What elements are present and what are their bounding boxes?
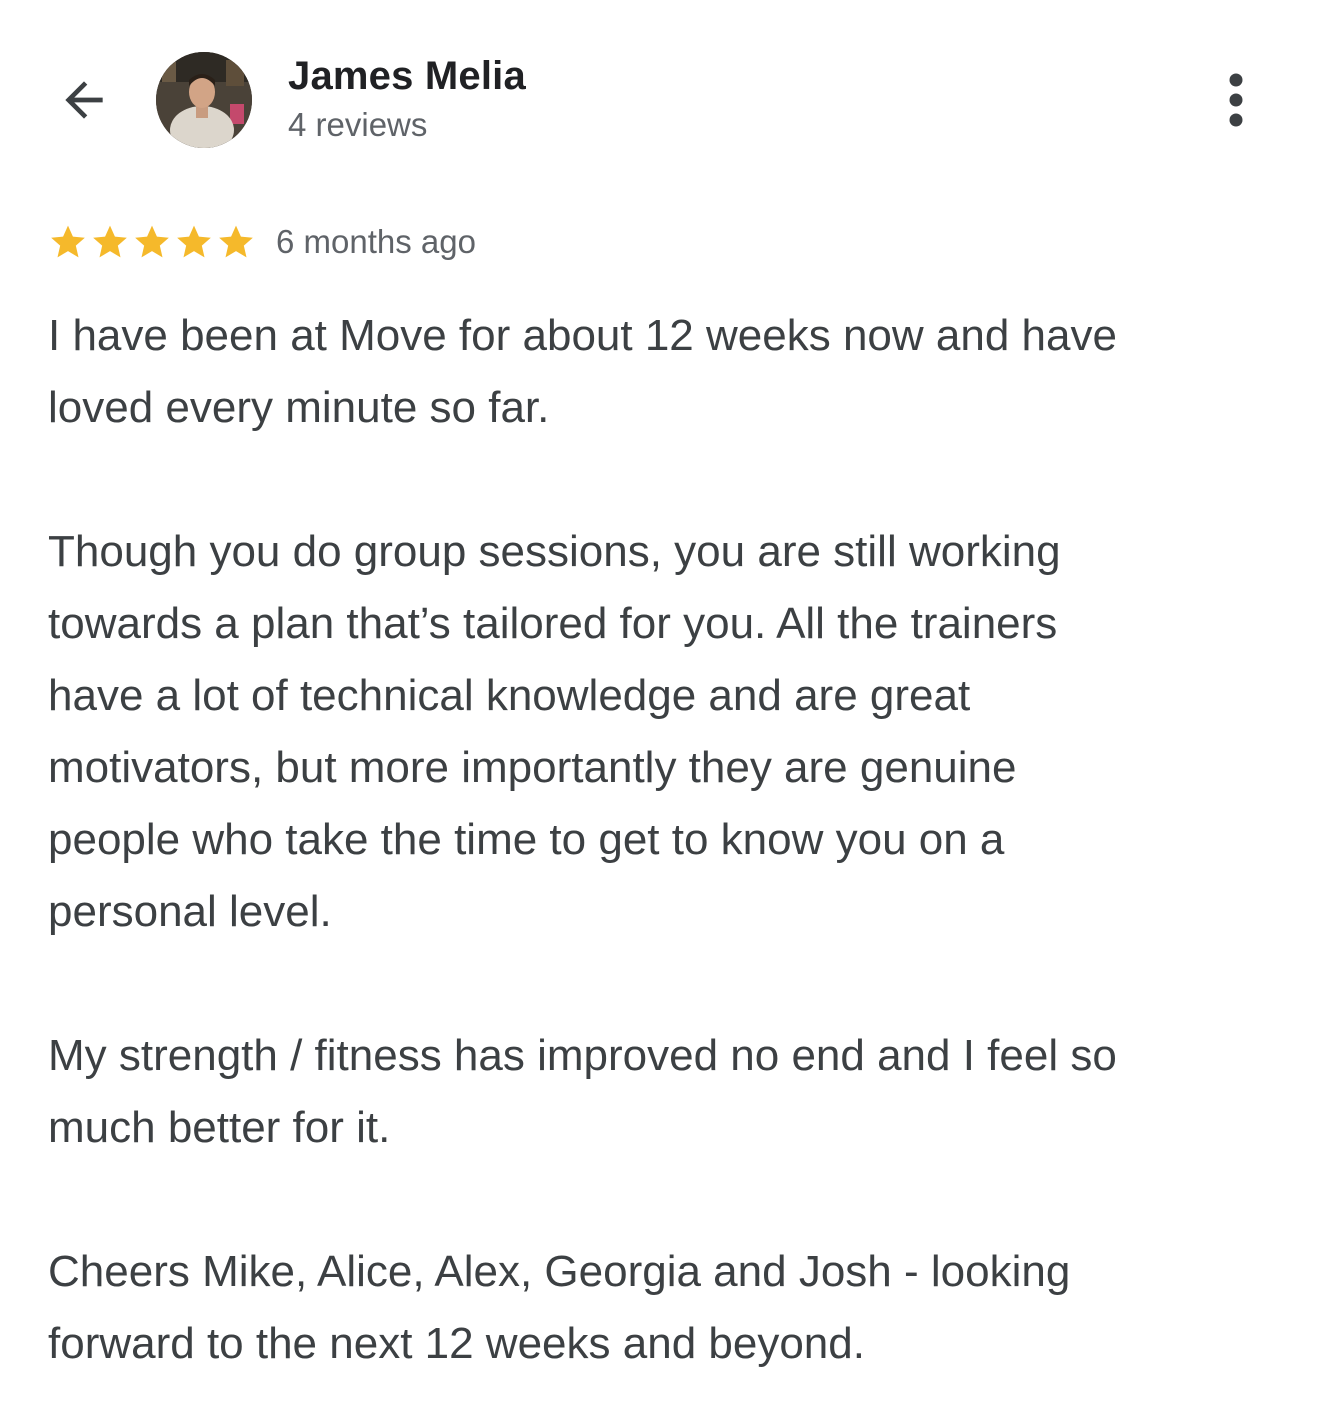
review-text: I have been at Move for about 12 weeks n… xyxy=(48,300,1278,1380)
star-icon xyxy=(93,225,127,258)
review-paragraph: Though you do group sessions, you are st… xyxy=(48,527,1061,936)
reviewer-name[interactable]: James Melia xyxy=(288,54,526,99)
more-vertical-icon xyxy=(1229,73,1243,127)
review-paragraph: I have been at Move for about 12 weeks n… xyxy=(48,311,1117,432)
review-time: 6 months ago xyxy=(276,223,476,260)
more-options-button[interactable] xyxy=(1206,66,1266,134)
person-photo-avatar xyxy=(156,52,252,148)
star-icon xyxy=(51,225,85,258)
reviewer-review-count[interactable]: 4 reviews xyxy=(288,106,427,144)
review-header: James Melia 4 reviews xyxy=(0,0,1320,190)
star-icon xyxy=(177,225,211,258)
star-icon xyxy=(135,225,169,258)
star-rating xyxy=(48,222,258,262)
review-paragraph: My strength / fitness has improved no en… xyxy=(48,1031,1117,1152)
back-button[interactable] xyxy=(50,66,118,134)
arrow-left-icon xyxy=(65,81,103,119)
avatar[interactable] xyxy=(156,52,252,148)
star-icon xyxy=(219,225,253,258)
review-paragraph: Cheers Mike, Alice, Alex, Georgia and Jo… xyxy=(48,1247,1071,1368)
rating-row: 6 months ago xyxy=(48,218,476,266)
